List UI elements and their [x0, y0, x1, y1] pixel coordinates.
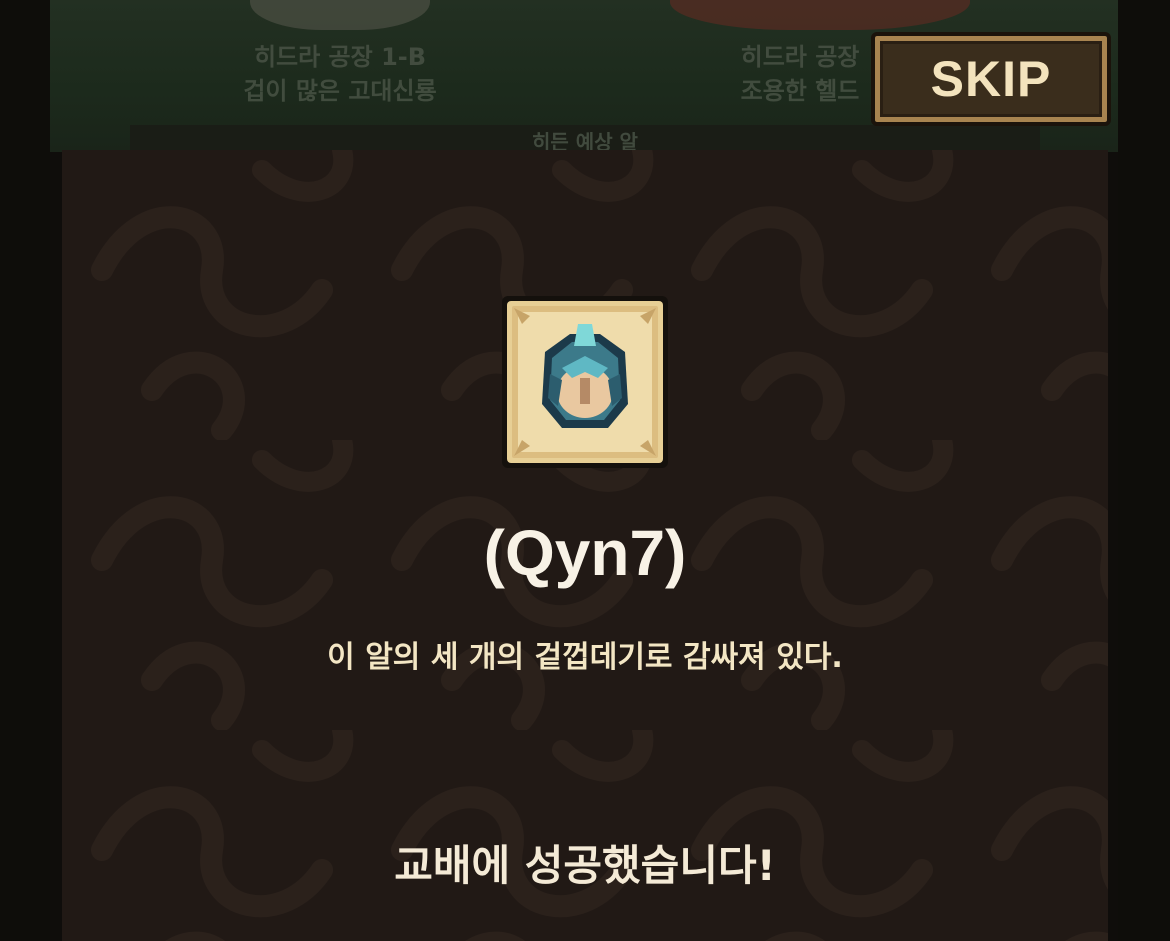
stage-card-left: 히드라 공장 1-B 겁이 많은 고대신룡 — [180, 40, 500, 108]
stage-card-left-subtitle: 겁이 많은 고대신룡 — [243, 77, 437, 105]
item-description: 이 알의 세 개의 겉껍데기로 감싸져 있다. — [327, 640, 843, 675]
result-message: 교배에 성공했습니다! — [394, 841, 776, 890]
item-icon-frame — [502, 296, 668, 468]
right-frame-border — [1118, 0, 1170, 941]
skip-button[interactable]: SKIP — [871, 32, 1111, 126]
left-frame-border — [0, 0, 50, 941]
stage-card-left-title: 히드라 공장 1-B — [253, 43, 427, 71]
skip-button-label: SKIP — [930, 51, 1052, 107]
game-screen: 히드라 공장 1-B 겁이 많은 고대신룡 히드라 공장 조용한 헬드 히든 예… — [0, 0, 1170, 941]
item-name: (Qyn7) — [483, 517, 687, 589]
